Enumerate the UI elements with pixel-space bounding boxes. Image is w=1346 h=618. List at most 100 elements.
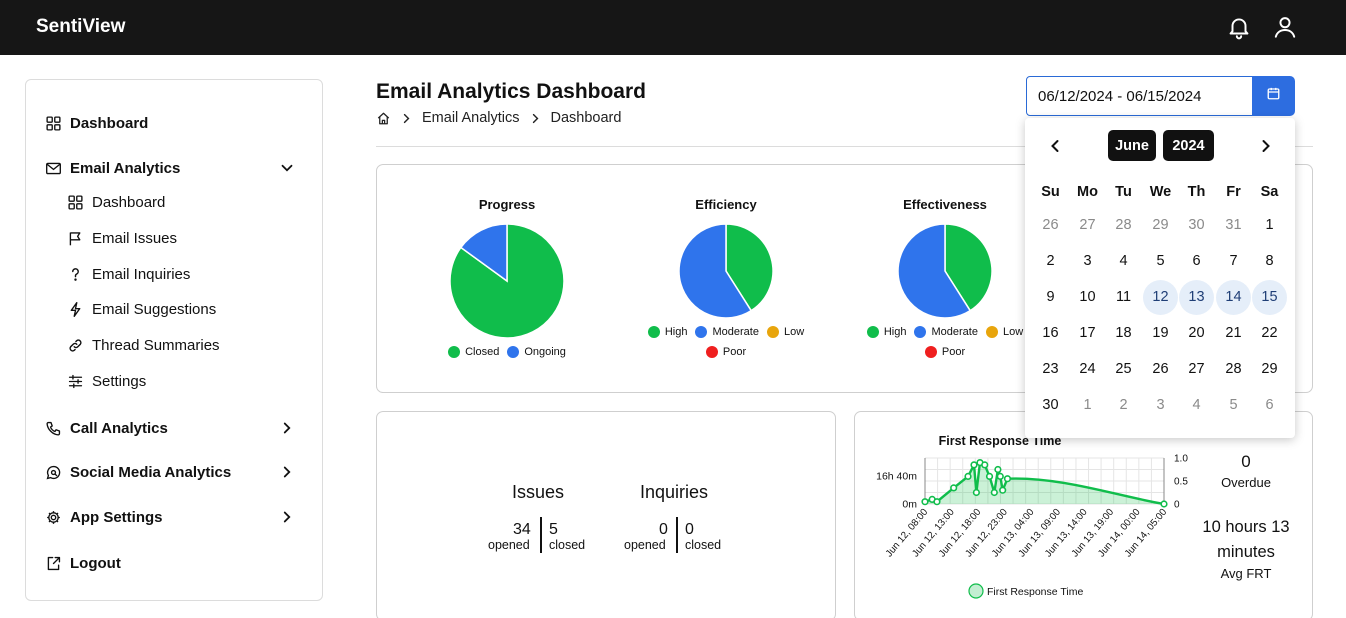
date-range-input[interactable]: 06/12/2024 - 06/15/2024 (1026, 76, 1253, 116)
calendar-day[interactable]: 28 (1216, 352, 1251, 387)
month-select[interactable]: June (1108, 130, 1156, 161)
chart-title: Effectiveness (903, 197, 987, 212)
next-month-button[interactable] (1256, 136, 1276, 156)
calendar-day[interactable]: 20 (1179, 316, 1214, 351)
bell-icon[interactable] (1226, 14, 1252, 40)
calendar-day[interactable]: 31 (1216, 208, 1251, 243)
legend-item[interactable]: High (866, 326, 906, 338)
calendar-day[interactable]: 8 (1252, 244, 1287, 279)
sidebar-item-email-issues[interactable]: Email Issues (66, 229, 177, 247)
legend-label: Closed (465, 346, 500, 358)
calendar-popup: June 2024 Su Mo Tu We Th Fr Sa 26 27 28 29 30 31 1 2 3 4… (1025, 118, 1295, 438)
chat-search-icon (44, 463, 62, 481)
data-point (985, 472, 994, 481)
chart-title: Progress (478, 197, 536, 212)
calendar-button[interactable] (1252, 76, 1295, 116)
legend-item[interactable]: Poor (705, 346, 747, 358)
legend-item[interactable]: Ongoing (507, 346, 566, 358)
sidebar-item-email-analytics[interactable]: Email Analytics (44, 159, 180, 177)
calendar-day[interactable]: 16 (1033, 316, 1068, 351)
legend-item[interactable]: Poor (924, 346, 965, 358)
chevron-right-icon[interactable] (278, 463, 296, 481)
chevron-right-icon (529, 112, 542, 125)
sidebar-item-social-media-analytics[interactable]: Social Media Analytics (44, 463, 231, 481)
calendar-day[interactable]: 30 (1033, 388, 1068, 423)
inquiries-opened-label: opened (624, 538, 666, 552)
calendar-day[interactable]: 4 (1179, 388, 1214, 423)
calendar-day[interactable]: 9 (1033, 280, 1068, 315)
weekday-header: We (1149, 184, 1172, 200)
sidebar-item-call-analytics[interactable]: Call Analytics (44, 419, 168, 437)
legend-item[interactable]: Low (985, 326, 1023, 338)
calendar-day[interactable]: 24 (1070, 352, 1105, 387)
grid-icon (44, 114, 62, 132)
calendar-day[interactable]: 25 (1106, 352, 1141, 387)
legend-item[interactable]: Closed (448, 346, 499, 358)
sidebar-item-app-settings[interactable]: App Settings (44, 508, 163, 526)
data-point (990, 488, 998, 497)
chevron-right-icon[interactable] (278, 508, 296, 526)
calendar-day[interactable]: 2 (1106, 388, 1141, 423)
legend-item[interactable]: Moderate (914, 326, 978, 338)
sidebar-item-email-inquiries[interactable]: Email Inquiries (66, 265, 190, 283)
sidebar-item-email-suggestions[interactable]: Email Suggestions (66, 300, 216, 318)
flag-icon (66, 229, 84, 247)
avg-frt-value: minutes (1217, 543, 1275, 561)
sidebar-item-dashboard[interactable]: Dashboard (44, 114, 148, 132)
brand-logo[interactable]: SentiView (36, 16, 125, 38)
calendar-day[interactable]: 22 (1252, 316, 1287, 351)
calendar-day[interactable]: 5 (1216, 388, 1251, 423)
calendar-day-selected[interactable]: 13 (1179, 280, 1214, 315)
calendar-day-selected[interactable]: 15 (1252, 280, 1287, 315)
legend-item[interactable]: High (647, 326, 687, 338)
calendar-day[interactable]: 5 (1143, 244, 1178, 279)
calendar-day[interactable]: 30 (1179, 208, 1214, 243)
calendar-day-selected[interactable]: 12 (1143, 280, 1178, 315)
calendar-day[interactable]: 1 (1070, 388, 1105, 423)
question-icon (66, 265, 84, 283)
calendar-day[interactable]: 6 (1252, 388, 1287, 423)
calendar-day[interactable]: 27 (1070, 208, 1105, 243)
calendar-day[interactable]: 1 (1252, 208, 1287, 243)
chevron-right-icon[interactable] (278, 419, 296, 437)
calendar-day[interactable]: 3 (1070, 244, 1105, 279)
sidebar-item-thread-summaries[interactable]: Thread Summaries (66, 336, 220, 354)
sidebar-item-logout[interactable]: Logout (44, 554, 121, 572)
breadcrumb-link[interactable]: Email Analytics (422, 110, 520, 126)
calendar-day[interactable]: 17 (1070, 316, 1105, 351)
calendar-day[interactable]: 29 (1252, 352, 1287, 387)
calendar-day[interactable]: 10 (1070, 280, 1105, 315)
sidebar-item-email-settings[interactable]: Settings (66, 372, 146, 390)
calendar-day[interactable]: 19 (1143, 316, 1178, 351)
legend-item[interactable]: Moderate (695, 326, 759, 338)
calendar-day[interactable]: 28 (1106, 208, 1141, 243)
calendar-day[interactable]: 21 (1216, 316, 1251, 351)
calendar-day[interactable]: 26 (1143, 352, 1178, 387)
data-point (996, 472, 1004, 481)
user-icon[interactable] (1272, 14, 1298, 40)
calendar-day[interactable]: 2 (1033, 244, 1068, 279)
legend-label: Poor (722, 346, 747, 358)
chevron-down-icon[interactable] (278, 159, 296, 177)
calendar-day[interactable]: 27 (1179, 352, 1214, 387)
calendar-day[interactable]: 4 (1106, 244, 1141, 279)
calendar-day[interactable]: 18 (1106, 316, 1141, 351)
prev-month-button[interactable] (1045, 136, 1065, 156)
calendar-day[interactable]: 29 (1143, 208, 1178, 243)
y-tick-label-right: 1.0 (1174, 454, 1188, 465)
gear-icon (44, 508, 62, 526)
stat-divider (540, 517, 542, 553)
year-select[interactable]: 2024 (1163, 130, 1214, 161)
sidebar-item-label: Dashboard (70, 114, 149, 132)
calendar-day[interactable]: 23 (1033, 352, 1068, 387)
calendar-day[interactable]: 26 (1033, 208, 1068, 243)
calendar-day[interactable]: 11 (1106, 280, 1141, 315)
home-icon[interactable] (376, 111, 391, 126)
calendar-day[interactable]: 6 (1179, 244, 1214, 279)
legend-item[interactable]: Low (766, 326, 804, 338)
sidebar-item-email-dashboard[interactable]: Dashboard (66, 193, 165, 211)
legend-swatch (924, 346, 937, 358)
calendar-day-selected[interactable]: 14 (1216, 280, 1251, 315)
calendar-day[interactable]: 3 (1143, 388, 1178, 423)
calendar-day[interactable]: 7 (1216, 244, 1251, 279)
